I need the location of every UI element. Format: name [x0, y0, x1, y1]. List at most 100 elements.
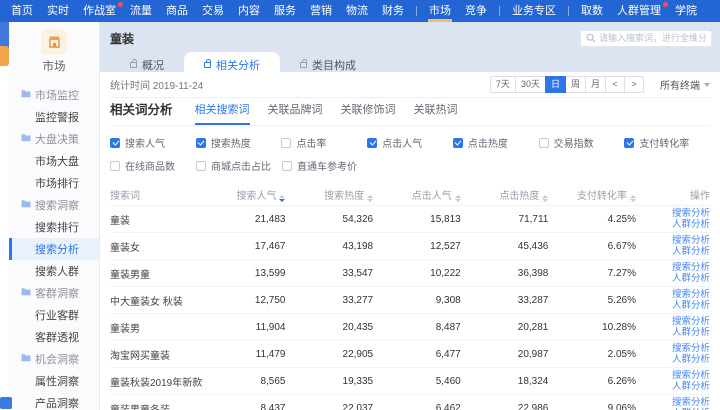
nav-item-traffic[interactable]: 流量 [123, 0, 159, 22]
value-cell: 11,479 [214, 349, 302, 360]
section-header: 相关词分析 相关搜索词关联品牌词关联修饰词关联热词 [110, 98, 710, 126]
sort-icon[interactable] [630, 195, 636, 203]
metric-checkbox-item[interactable]: 搜索人气 [110, 135, 196, 150]
crowd-analysis-link[interactable]: 人群分析 [672, 327, 710, 338]
metric-checkbox-item[interactable]: 在线商品数 [110, 158, 196, 173]
nav-item-competition[interactable]: 竞争 [458, 0, 494, 22]
crowd-analysis-link[interactable]: 人群分析 [672, 381, 710, 392]
nav-item-realtime[interactable]: 实时 [40, 0, 76, 22]
nav-item-logistics[interactable]: 物流 [339, 0, 375, 22]
prev-page-button[interactable]: < [605, 76, 625, 93]
range-button-day[interactable]: 日 [545, 76, 566, 93]
metric-checkbox-item[interactable]: 交易指数 [539, 135, 625, 150]
value-cell: 8,437 [214, 403, 302, 410]
column-header-2[interactable]: 搜索热度 [301, 187, 389, 203]
range-button-month[interactable]: 月 [585, 76, 606, 93]
nav-item-service[interactable]: 服务 [267, 0, 303, 22]
nav-item-home[interactable]: 首页 [4, 0, 40, 22]
metric-checkbox-item[interactable]: 直通车参考价 [282, 158, 368, 173]
metric-checkbox-item[interactable]: 支付转化率 [624, 135, 710, 150]
crowd-analysis-link[interactable]: 人群分析 [672, 246, 710, 257]
checkbox-icon[interactable] [110, 138, 120, 148]
floating-widget[interactable] [0, 397, 12, 409]
checkbox-icon[interactable] [624, 138, 634, 148]
crowd-analysis-link[interactable]: 人群分析 [672, 300, 710, 311]
sidebar-item-search-crowd[interactable]: 搜索人群 [9, 260, 99, 282]
metric-checkbox-item[interactable]: 点击人气 [367, 135, 453, 150]
checkbox-icon[interactable] [281, 138, 291, 148]
metric-checkbox-item[interactable]: 点击率 [281, 135, 367, 150]
checkbox-icon[interactable] [282, 161, 292, 171]
next-page-button[interactable]: > [624, 76, 644, 93]
range-button-week[interactable]: 周 [565, 76, 586, 93]
related-words-table: 搜索词搜索人气搜索热度点击人气点击热度支付转化率操作童装21,48354,326… [110, 184, 710, 410]
nav-item-data-extract[interactable]: 取数 [574, 0, 610, 22]
metric-checkbox-item[interactable]: 搜索热度 [196, 135, 282, 150]
range-button-7d[interactable]: 7天 [490, 76, 516, 93]
value-cell: 11,904 [214, 322, 302, 333]
search-analysis-link[interactable]: 搜索分析 [672, 208, 710, 219]
metric-checkbox-item[interactable]: 商城点击占比 [196, 158, 282, 173]
sort-icon[interactable] [279, 195, 285, 203]
column-header-1[interactable]: 搜索人气 [214, 187, 302, 203]
sidebar-group-crowd-insight[interactable]: 客群洞察 [9, 282, 99, 304]
nav-item-market[interactable]: 市场 [422, 0, 458, 22]
sidebar-item-search-analysis[interactable]: 搜索分析 [9, 238, 99, 260]
terminal-dropdown[interactable]: 所有终端 [660, 77, 710, 92]
search-analysis-link[interactable]: 搜索分析 [672, 289, 710, 300]
collapsed-panel-strip[interactable] [0, 22, 9, 410]
keyword-search-box[interactable] [580, 30, 712, 47]
crowd-analysis-link[interactable]: 人群分析 [672, 273, 710, 284]
nav-item-content[interactable]: 内容 [231, 0, 267, 22]
column-header-5[interactable]: 支付转化率 [564, 187, 652, 203]
sidebar-group-search-insight[interactable]: 搜索洞察 [9, 194, 99, 216]
range-button-30d[interactable]: 30天 [515, 76, 546, 93]
search-analysis-link[interactable]: 搜索分析 [672, 262, 710, 273]
checkbox-icon[interactable] [367, 138, 377, 148]
sort-icon[interactable] [367, 195, 373, 203]
subtab-related-modifier-words[interactable]: 关联修饰词 [341, 97, 396, 125]
checkbox-icon[interactable] [110, 161, 120, 171]
sidebar-item-market-dashboard[interactable]: 市场大盘 [9, 150, 99, 172]
subtab-related-hot-words[interactable]: 关联热词 [414, 97, 458, 125]
checkbox-icon[interactable] [539, 138, 549, 148]
search-analysis-link[interactable]: 搜索分析 [672, 370, 710, 381]
crowd-analysis-link[interactable]: 人群分析 [672, 354, 710, 365]
sidebar-group-dashboard-decision[interactable]: 大盘决策 [9, 128, 99, 150]
sidebar-item-attribute-insight[interactable]: 属性洞察 [9, 370, 99, 392]
crowd-analysis-link[interactable]: 人群分析 [672, 219, 710, 230]
sidebar-item-product-insight[interactable]: 产品洞察 [9, 392, 99, 410]
checkbox-icon[interactable] [196, 138, 206, 148]
nav-item-crowd-management[interactable]: 人群管理 [610, 0, 668, 22]
sort-icon[interactable] [455, 195, 461, 203]
checkbox-icon[interactable] [196, 161, 206, 171]
sidebar-item-crowd-perspective[interactable]: 客群透视 [9, 326, 99, 348]
content-area: 童装 概况相关分析类目构成 统计时间 2019-11-24 7天30天日周月<> [100, 22, 720, 410]
search-analysis-link[interactable]: 搜索分析 [672, 235, 710, 246]
value-cell: 6,477 [389, 349, 477, 360]
search-analysis-link[interactable]: 搜索分析 [672, 316, 710, 327]
sidebar-item-monitor-alert[interactable]: 监控警报 [9, 106, 99, 128]
search-analysis-link[interactable]: 搜索分析 [672, 397, 710, 408]
nav-item-academy[interactable]: 学院 [668, 0, 704, 22]
subtab-related-brand-words[interactable]: 关联品牌词 [268, 97, 323, 125]
nav-item-trade[interactable]: 交易 [195, 0, 231, 22]
sidebar-item-market-ranking[interactable]: 市场排行 [9, 172, 99, 194]
nav-item-marketing[interactable]: 营销 [303, 0, 339, 22]
sidebar-item-industry-crowd[interactable]: 行业客群 [9, 304, 99, 326]
sort-icon[interactable] [542, 195, 548, 203]
column-header-3[interactable]: 点击人气 [389, 187, 477, 203]
subtab-related-search-words[interactable]: 相关搜索词 [195, 97, 250, 125]
nav-item-finance[interactable]: 财务 [375, 0, 411, 22]
search-input[interactable] [599, 33, 706, 43]
metric-checkbox-item[interactable]: 点击热度 [453, 135, 539, 150]
column-header-4[interactable]: 点击热度 [477, 187, 565, 203]
nav-item-war-room[interactable]: 作战室 [76, 0, 123, 22]
sidebar-group-market-monitor[interactable]: 市场监控 [9, 84, 99, 106]
sidebar-group-opportunity-insight[interactable]: 机会洞察 [9, 348, 99, 370]
checkbox-icon[interactable] [453, 138, 463, 148]
sidebar-item-search-ranking[interactable]: 搜索排行 [9, 216, 99, 238]
search-analysis-link[interactable]: 搜索分析 [672, 343, 710, 354]
nav-item-business-zone[interactable]: 业务专区 [505, 0, 563, 22]
nav-item-product[interactable]: 商品 [159, 0, 195, 22]
